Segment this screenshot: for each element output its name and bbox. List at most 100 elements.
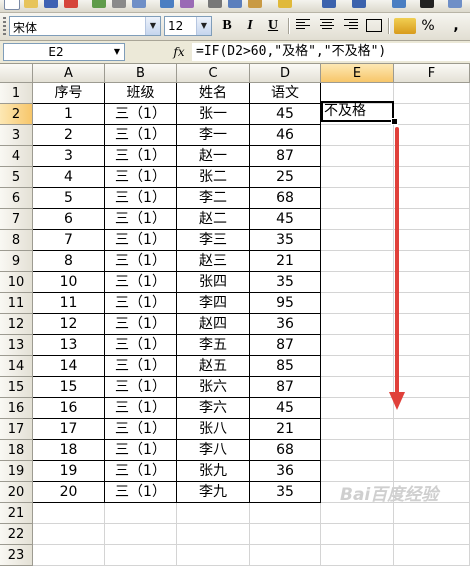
empty-cell[interactable] (33, 524, 105, 545)
font-name-select[interactable]: 宋体 ▼ (9, 16, 161, 36)
hyperlink-icon[interactable] (392, 0, 406, 8)
cut-icon[interactable] (208, 0, 222, 8)
table-cell[interactable]: 三（1） (105, 125, 177, 146)
row-header-19[interactable]: 19 (0, 461, 33, 482)
table-cell[interactable]: 三（1） (105, 461, 177, 482)
underline-button[interactable]: U (263, 16, 283, 36)
row-header-3[interactable]: 3 (0, 125, 33, 146)
row-header-10[interactable]: 10 (0, 272, 33, 293)
table-cell[interactable]: 三（1） (105, 314, 177, 335)
table-cell[interactable]: 68 (250, 188, 321, 209)
empty-cell[interactable] (321, 125, 394, 146)
table-cell[interactable]: 10 (33, 272, 105, 293)
table-cell[interactable]: 13 (33, 335, 105, 356)
column-header-d[interactable]: D (250, 64, 321, 83)
empty-cell[interactable] (394, 209, 470, 230)
row-header-5[interactable]: 5 (0, 167, 33, 188)
table-cell[interactable]: 李一 (177, 125, 250, 146)
table-cell[interactable]: 14 (33, 356, 105, 377)
table-cell[interactable]: 35 (250, 272, 321, 293)
table-cell[interactable]: 25 (250, 167, 321, 188)
table-cell[interactable]: 21 (250, 419, 321, 440)
row-header-21[interactable]: 21 (0, 503, 33, 524)
name-box[interactable]: E2 ▼ (3, 43, 125, 61)
table-cell[interactable]: 张九 (177, 461, 250, 482)
table-cell[interactable]: 三（1） (105, 482, 177, 503)
empty-cell[interactable] (33, 545, 105, 566)
empty-cell[interactable] (394, 272, 470, 293)
align-right-icon[interactable] (344, 19, 358, 31)
table-cell[interactable]: 85 (250, 356, 321, 377)
sort-icon[interactable] (448, 0, 462, 8)
empty-cell[interactable] (394, 104, 470, 125)
italic-button[interactable]: I (240, 16, 260, 36)
table-cell[interactable]: 李五 (177, 335, 250, 356)
empty-cell[interactable] (321, 419, 394, 440)
empty-cell[interactable] (394, 335, 470, 356)
row-header-2[interactable]: 2 (0, 104, 33, 125)
table-cell[interactable]: 三（1） (105, 167, 177, 188)
table-cell[interactable]: 12 (33, 314, 105, 335)
empty-cell[interactable] (394, 314, 470, 335)
empty-cell[interactable] (321, 524, 394, 545)
table-cell[interactable]: 三（1） (105, 209, 177, 230)
table-cell[interactable]: 赵三 (177, 251, 250, 272)
empty-cell[interactable] (33, 503, 105, 524)
table-cell[interactable]: 张二 (177, 167, 250, 188)
empty-cell[interactable] (321, 314, 394, 335)
empty-cell[interactable] (105, 524, 177, 545)
empty-cell[interactable] (394, 251, 470, 272)
toolbar-grip[interactable] (3, 17, 6, 36)
redo-icon[interactable] (352, 0, 366, 8)
row-header-12[interactable]: 12 (0, 314, 33, 335)
empty-cell[interactable] (250, 545, 321, 566)
table-cell[interactable]: 15 (33, 377, 105, 398)
empty-cell[interactable] (394, 524, 470, 545)
row-header-9[interactable]: 9 (0, 251, 33, 272)
column-header-e[interactable]: E (321, 64, 394, 83)
table-cell[interactable]: 45 (250, 209, 321, 230)
active-cell[interactable]: 不及格 (321, 101, 394, 122)
row-header-7[interactable]: 7 (0, 209, 33, 230)
empty-cell[interactable] (394, 83, 470, 104)
table-cell[interactable]: 赵二 (177, 209, 250, 230)
empty-cell[interactable] (321, 377, 394, 398)
research-icon[interactable] (180, 0, 194, 8)
insert-function-icon[interactable]: fx (170, 43, 188, 61)
table-cell[interactable]: 赵一 (177, 146, 250, 167)
empty-cell[interactable] (321, 293, 394, 314)
empty-cell[interactable] (177, 545, 250, 566)
table-cell[interactable]: 张八 (177, 419, 250, 440)
autosum-icon[interactable] (420, 0, 434, 8)
table-cell[interactable]: 李三 (177, 230, 250, 251)
table-header-cell[interactable]: 姓名 (177, 83, 250, 104)
table-cell[interactable]: 张六 (177, 377, 250, 398)
empty-cell[interactable] (177, 503, 250, 524)
table-cell[interactable]: 三（1） (105, 251, 177, 272)
undo-icon[interactable] (322, 0, 336, 8)
row-header-23[interactable]: 23 (0, 545, 33, 566)
table-cell[interactable]: 三（1） (105, 230, 177, 251)
row-header-16[interactable]: 16 (0, 398, 33, 419)
table-cell[interactable]: 李八 (177, 440, 250, 461)
table-cell[interactable]: 赵四 (177, 314, 250, 335)
table-cell[interactable]: 1 (33, 104, 105, 125)
table-cell[interactable]: 三（1） (105, 335, 177, 356)
table-cell[interactable]: 张一 (177, 104, 250, 125)
currency-icon[interactable] (394, 18, 416, 34)
empty-cell[interactable] (394, 293, 470, 314)
empty-cell[interactable] (321, 188, 394, 209)
row-header-4[interactable]: 4 (0, 146, 33, 167)
table-cell[interactable]: 19 (33, 461, 105, 482)
row-header-20[interactable]: 20 (0, 482, 33, 503)
email-icon[interactable] (92, 0, 106, 8)
table-cell[interactable]: 三（1） (105, 398, 177, 419)
bold-button[interactable]: B (217, 16, 237, 36)
formula-input[interactable]: =IF(D2>60,"及格","不及格") (192, 43, 470, 61)
table-cell[interactable]: 三（1） (105, 104, 177, 125)
comma-button[interactable]: , (446, 16, 466, 36)
empty-cell[interactable] (394, 419, 470, 440)
empty-cell[interactable] (321, 461, 394, 482)
empty-cell[interactable] (394, 503, 470, 524)
empty-cell[interactable] (321, 167, 394, 188)
